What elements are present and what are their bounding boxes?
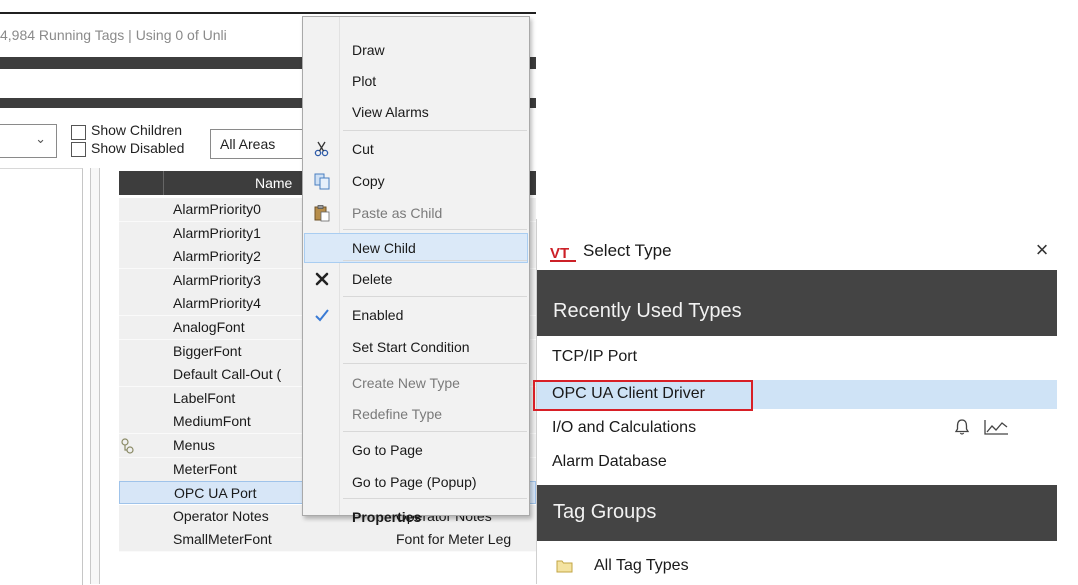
menu-item-paste-as-child[interactable]: Paste as Child	[304, 198, 528, 228]
icon-column-header[interactable]	[119, 171, 164, 195]
type-item-label: TCP/IP Port	[552, 348, 638, 365]
tag-name-cell: Menus	[173, 437, 216, 453]
menu-item-label: Go to Page	[352, 442, 423, 458]
tag-name-cell: AlarmPriority4	[173, 295, 261, 311]
menu-item-set-start-condition[interactable]: Set Start Condition	[304, 332, 528, 362]
menu-item-enabled[interactable]: Enabled	[304, 300, 528, 330]
pane-splitter[interactable]	[90, 168, 100, 584]
paste-icon	[314, 205, 330, 222]
folder-icon	[556, 560, 573, 573]
menu-item-properties[interactable]: Properties	[304, 502, 528, 532]
menu-item-label: Set Start Condition	[352, 339, 470, 355]
recent-types-title: Recently Used Types	[553, 300, 742, 322]
menu-separator	[343, 130, 527, 131]
running-tags-status: 4,984 Running Tags | Using 0 of Unli	[0, 27, 227, 43]
show-disabled-label: Show Disabled	[91, 140, 185, 156]
tag-name-cell: OPC UA Port	[174, 485, 257, 501]
menu-item-go-to-page-popup[interactable]: Go to Page (Popup)	[304, 467, 528, 497]
window-title-fragment	[0, 0, 536, 14]
menu-item-label: Plot	[352, 73, 377, 89]
menu-item-cut[interactable]: Cut	[304, 134, 528, 164]
context-menu: Draw Plot View Alarms Cut Copy Paste as Child…	[302, 16, 530, 525]
menu-item-draw[interactable]: Draw	[304, 35, 528, 65]
vts-logo-icon: VT	[550, 245, 576, 262]
name-column-header[interactable]: Name	[255, 175, 292, 191]
menu-item-plot[interactable]: Plot	[304, 66, 528, 96]
type-item-io-and-calculations[interactable]: I/O and Calculations	[537, 414, 1057, 443]
area-filter-value: All Areas	[220, 136, 276, 152]
menu-item-label: Paste as Child	[352, 205, 443, 221]
recent-types-header: Recently Used Types	[537, 270, 1057, 336]
menu-item-label: Draw	[352, 42, 385, 58]
logo-text: VT	[550, 245, 569, 262]
menu-separator	[343, 260, 527, 261]
menu-separator	[343, 229, 527, 230]
type-item-alarm-database[interactable]: Alarm Database	[537, 448, 1057, 477]
type-item-label: I/O and Calculations	[552, 419, 697, 436]
menu-item-redefine-type[interactable]: Redefine Type	[304, 399, 528, 429]
tag-name-cell: AlarmPriority0	[173, 201, 261, 217]
menu-item-label: New Child	[352, 240, 416, 256]
menu-separator	[343, 431, 527, 432]
menu-item-create-new-type[interactable]: Create New Type	[304, 368, 528, 398]
tag-name-cell: Operator Notes	[173, 508, 269, 524]
tag-tree-pane[interactable]	[0, 168, 83, 585]
tag-name-cell: AnalogFont	[173, 319, 245, 335]
tag-groups-title: Tag Groups	[553, 501, 657, 523]
tag-name-cell: AlarmPriority2	[173, 248, 261, 264]
menu-item-delete[interactable]: Delete	[304, 264, 528, 294]
chevron-down-icon: ⌄	[35, 131, 46, 146]
type-item-label: Alarm Database	[552, 453, 667, 470]
group-item-label: All Tag Types	[594, 557, 689, 574]
show-children-label: Show Children	[91, 122, 183, 138]
dialog-title: Select Type	[583, 241, 672, 260]
type-item-tcpip-port[interactable]: TCP/IP Port	[537, 343, 1057, 372]
tag-name-cell: Default Call-Out (	[173, 366, 282, 382]
menu-item-label: Redefine Type	[352, 406, 443, 422]
tag-name-cell: AlarmPriority3	[173, 272, 261, 288]
tag-name-cell: LabelFont	[173, 390, 236, 406]
tag-name-cell: MediumFont	[173, 413, 251, 429]
tag-name-cell: SmallMeterFont	[173, 531, 272, 547]
menu-separator	[343, 498, 527, 499]
menu-separator	[343, 296, 527, 297]
show-children-checkbox[interactable]	[71, 125, 86, 140]
tag-name-cell: MeterFont	[173, 461, 237, 477]
tree-icon	[121, 438, 134, 454]
menu-item-label: Properties	[352, 509, 422, 525]
bell-icon[interactable]	[954, 418, 970, 436]
menu-item-label: Cut	[352, 141, 374, 157]
delete-x-icon	[315, 272, 329, 286]
menu-item-label: Enabled	[352, 307, 404, 323]
tag-groups-header: Tag Groups	[537, 485, 1057, 541]
menu-separator	[343, 363, 527, 364]
menu-item-label: Copy	[352, 173, 385, 189]
menu-item-label: Delete	[352, 271, 393, 287]
menu-item-view-alarms[interactable]: View Alarms	[304, 97, 528, 127]
highlight-annotation-box	[533, 380, 753, 411]
menu-item-copy[interactable]: Copy	[304, 166, 528, 196]
trend-chart-icon[interactable]	[983, 418, 1009, 436]
scissors-icon	[314, 141, 329, 157]
menu-item-label: View Alarms	[352, 104, 429, 120]
show-disabled-checkbox[interactable]	[71, 142, 86, 157]
checkmark-icon	[315, 309, 329, 322]
tag-description-cell: Font for Meter Leg	[396, 531, 512, 547]
tag-name-cell: AlarmPriority1	[173, 225, 261, 241]
group-item-all-tag-types[interactable]: All Tag Types	[537, 550, 1057, 584]
tag-filter-dropdown[interactable]: ⌄	[0, 124, 57, 158]
menu-item-label: Create New Type	[352, 375, 460, 391]
menu-item-go-to-page[interactable]: Go to Page	[304, 435, 528, 465]
menu-item-label: Go to Page (Popup)	[352, 474, 477, 490]
menu-item-new-child[interactable]: New Child	[304, 233, 528, 263]
tag-name-cell: BiggerFont	[173, 343, 242, 359]
copy-icon	[314, 173, 330, 190]
close-icon[interactable]: ×	[1027, 235, 1057, 265]
